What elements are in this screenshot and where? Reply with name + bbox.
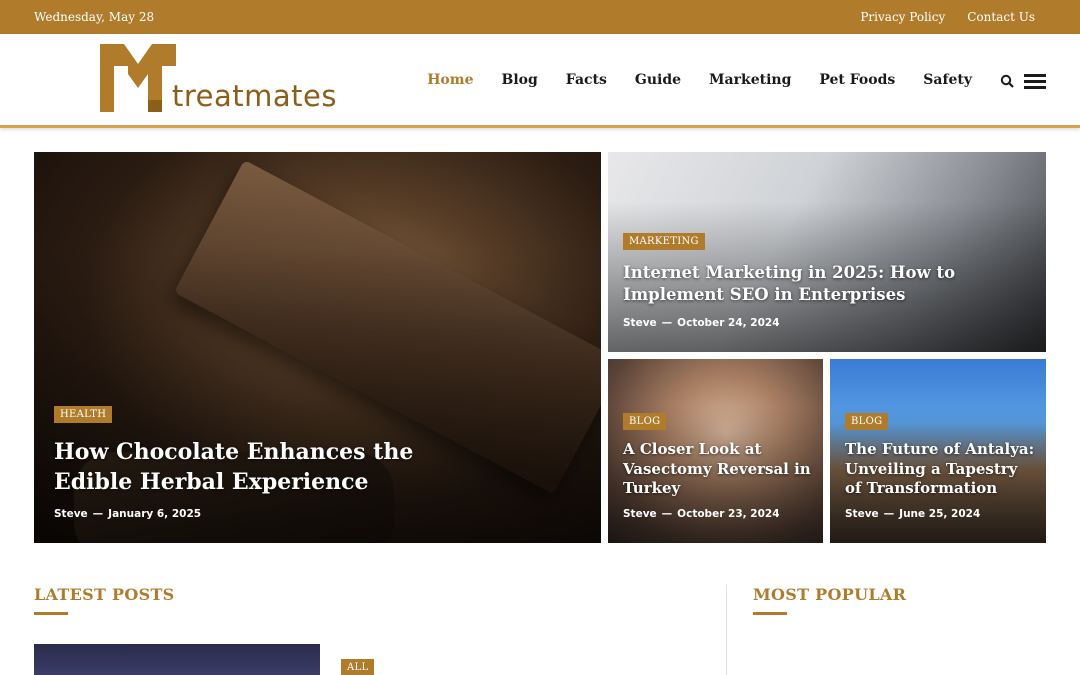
- current-date: Wednesday, May 28: [34, 10, 155, 24]
- logo-mark-icon: [100, 44, 176, 112]
- search-icon[interactable]: [1000, 74, 1014, 88]
- featured-post-antalya[interactable]: BLOG The Future of Antalya: Unveiling a …: [830, 359, 1046, 543]
- latest-post-thumbnail[interactable]: [34, 644, 320, 675]
- nav-blog[interactable]: Blog: [501, 72, 537, 88]
- post-title[interactable]: Internet Marketing in 2025: How to Imple…: [623, 262, 1033, 306]
- post-title[interactable]: How Chocolate Enhances the Edible Herbal…: [54, 437, 474, 497]
- post-date: June 25, 2024: [899, 508, 981, 520]
- post-title[interactable]: The Future of Antalya: Unveiling a Tapes…: [845, 440, 1035, 499]
- post-author[interactable]: Steve: [623, 508, 657, 520]
- post-date: October 24, 2024: [677, 317, 780, 329]
- post-meta: Steve — October 23, 2024: [623, 508, 780, 520]
- contact-us-link[interactable]: Contact Us: [967, 10, 1035, 24]
- latest-posts-heading: LATEST POSTS: [34, 585, 175, 604]
- post-author[interactable]: Steve: [623, 317, 657, 329]
- heading-underline: [34, 612, 68, 615]
- nav-home[interactable]: Home: [427, 72, 473, 88]
- site-header: treatmates Home Blog Facts Guide Marketi…: [0, 34, 1080, 128]
- privacy-policy-link[interactable]: Privacy Policy: [860, 10, 945, 24]
- heading-underline: [753, 612, 787, 615]
- post-author[interactable]: Steve: [54, 508, 88, 520]
- column-divider: [726, 585, 727, 675]
- featured-post-marketing[interactable]: MARKETING Internet Marketing in 2025: Ho…: [608, 152, 1046, 352]
- post-title[interactable]: A Closer Look at Vasectomy Reversal in T…: [623, 440, 813, 499]
- logo-text: treatmates: [172, 79, 337, 113]
- nav-facts[interactable]: Facts: [566, 72, 607, 88]
- main-nav: Home Blog Facts Guide Marketing Pet Food…: [427, 72, 972, 88]
- category-badge[interactable]: ALL: [341, 659, 375, 675]
- nav-pet-foods[interactable]: Pet Foods: [819, 72, 895, 88]
- nav-safety[interactable]: Safety: [923, 72, 972, 88]
- nav-marketing[interactable]: Marketing: [709, 72, 791, 88]
- featured-post-turkey[interactable]: BLOG A Closer Look at Vasectomy Reversal…: [608, 359, 823, 543]
- featured-post-main[interactable]: HEALTH How Chocolate Enhances the Edible…: [34, 152, 601, 543]
- category-badge[interactable]: MARKETING: [623, 233, 705, 250]
- post-author[interactable]: Steve: [845, 508, 879, 520]
- most-popular-heading: MOST POPULAR: [753, 585, 907, 604]
- post-meta: Steve — June 25, 2024: [845, 508, 981, 520]
- category-badge[interactable]: BLOG: [845, 413, 889, 430]
- top-links: Privacy Policy Contact Us: [860, 10, 1035, 24]
- site-logo[interactable]: treatmates: [100, 44, 360, 116]
- hamburger-menu-icon[interactable]: [1024, 74, 1046, 89]
- category-badge[interactable]: BLOG: [623, 413, 667, 430]
- post-date: January 6, 2025: [108, 508, 202, 520]
- post-meta: Steve — October 24, 2024: [623, 317, 780, 329]
- nav-guide[interactable]: Guide: [635, 72, 681, 88]
- top-bar: Wednesday, May 28 Privacy Policy Contact…: [0, 0, 1080, 34]
- category-badge[interactable]: HEALTH: [54, 406, 113, 423]
- post-meta: Steve — January 6, 2025: [54, 508, 202, 520]
- post-date: October 23, 2024: [677, 508, 780, 520]
